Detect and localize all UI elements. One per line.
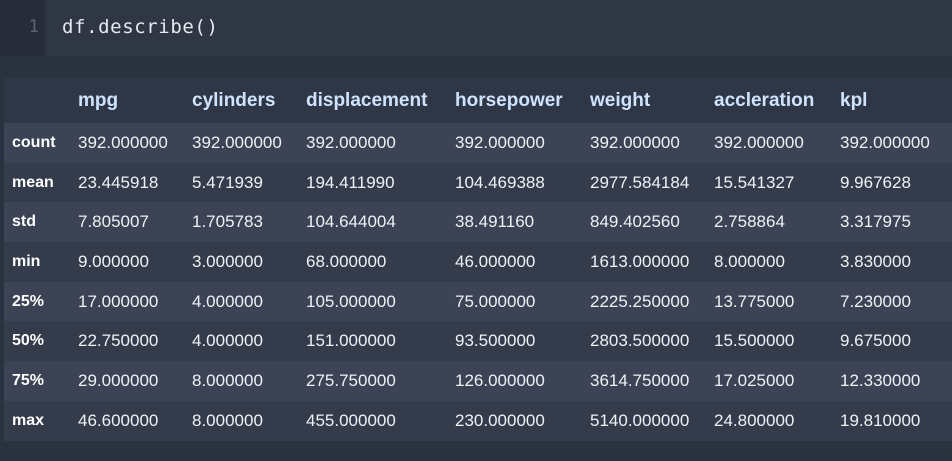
table-row-count: count 392.000000 392.000000 392.000000 3…: [4, 123, 952, 163]
table-cell: 4.000000: [192, 331, 263, 351]
table-cell: 22.750000: [78, 331, 159, 351]
table-row-mean: mean 23.445918 5.471939 194.411990 104.4…: [4, 162, 952, 203]
table-cell: 392.000000: [306, 132, 396, 152]
table-cell: 93.500000: [455, 331, 536, 351]
row-label: 75%: [12, 371, 45, 389]
table-cell: 151.000000: [306, 331, 396, 351]
table-cell: 849.402560: [590, 212, 680, 232]
row-label: count: [12, 133, 56, 151]
table-cell: 9.967628: [840, 172, 911, 192]
table-row-75pct: 75% 29.000000 8.000000 275.750000 126.00…: [4, 361, 952, 401]
row-label: max: [12, 411, 45, 429]
table-body: count 392.000000 392.000000 392.000000 3…: [4, 123, 952, 441]
table-cell: 2.758864: [714, 212, 785, 232]
row-label: 50%: [12, 332, 45, 350]
code-cell[interactable]: 1 df.describe(): [0, 0, 952, 56]
column-header-displacement: displacement: [306, 89, 428, 111]
code-text: df.describe(): [62, 16, 219, 38]
table-cell: 9.000000: [78, 251, 149, 271]
table-cell: 15.541327: [714, 172, 795, 192]
table-cell: 3.830000: [840, 251, 911, 271]
table-cell: 5140.000000: [590, 410, 690, 430]
row-label: 25%: [12, 292, 45, 310]
table-cell: 7.805007: [78, 212, 149, 232]
code-editor-line[interactable]: df.describe(): [45, 0, 952, 56]
table-cell: 23.445918: [78, 172, 159, 192]
table-cell: 392.000000: [192, 132, 282, 152]
table-cell: 455.000000: [306, 410, 396, 430]
describe-table: mpg cylinders displacement horsepower we…: [4, 78, 952, 441]
header-row: mpg cylinders displacement horsepower we…: [4, 78, 952, 123]
table-cell: 29.000000: [78, 370, 159, 390]
column-header-accleration: accleration: [714, 89, 815, 111]
table-cell: 24.800000: [714, 410, 795, 430]
table-cell: 1.705783: [192, 212, 263, 232]
row-label: mean: [12, 173, 54, 191]
row-label: std: [12, 213, 36, 231]
table-cell: 8.000000: [192, 410, 263, 430]
table-cell: 8.000000: [714, 251, 785, 271]
table-row-max: max 46.600000 8.000000 455.000000 230.00…: [4, 400, 952, 441]
table-cell: 2977.584184: [590, 172, 690, 192]
table-cell: 9.675000: [840, 331, 911, 351]
table-header: mpg cylinders displacement horsepower we…: [4, 78, 952, 123]
table-cell: 126.000000: [455, 370, 545, 390]
table-cell: 275.750000: [306, 370, 396, 390]
column-header-horsepower: horsepower: [455, 89, 563, 111]
table-cell: 104.469388: [455, 172, 545, 192]
table-row-50pct: 50% 22.750000 4.000000 151.000000 93.500…: [4, 321, 952, 362]
line-number: 1: [28, 17, 39, 37]
column-header-kpl: kpl: [840, 89, 868, 111]
table-cell: 17.025000: [714, 370, 795, 390]
table-cell: 5.471939: [192, 172, 263, 192]
table-cell: 2803.500000: [590, 331, 690, 351]
table-cell: 392.000000: [840, 132, 930, 152]
table-cell: 392.000000: [455, 132, 545, 152]
table-cell: 392.000000: [590, 132, 680, 152]
table-cell: 104.644004: [306, 212, 396, 232]
table-cell: 392.000000: [714, 132, 804, 152]
table-cell: 13.775000: [714, 291, 795, 311]
table-cell: 1613.000000: [590, 251, 690, 271]
table-cell: 12.330000: [840, 370, 921, 390]
table-cell: 19.810000: [840, 410, 921, 430]
table-cell: 3.317975: [840, 212, 911, 232]
cell-output: mpg cylinders displacement horsepower we…: [4, 78, 952, 441]
table-cell: 8.000000: [192, 370, 263, 390]
table-cell: 105.000000: [306, 291, 396, 311]
table-cell: 2225.250000: [590, 291, 690, 311]
table-cell: 15.500000: [714, 331, 795, 351]
table-cell: 392.000000: [78, 132, 168, 152]
table-cell: 46.600000: [78, 410, 159, 430]
column-header-cylinders: cylinders: [192, 89, 276, 111]
table-cell: 7.230000: [840, 291, 911, 311]
table-row-std: std 7.805007 1.705783 104.644004 38.4911…: [4, 202, 952, 243]
table-row-min: min 9.000000 3.000000 68.000000 46.00000…: [4, 242, 952, 282]
column-header-weight: weight: [590, 89, 651, 111]
table-row-25pct: 25% 17.000000 4.000000 105.000000 75.000…: [4, 281, 952, 322]
column-header-mpg: mpg: [78, 89, 119, 111]
table-cell: 68.000000: [306, 251, 387, 271]
index-header: [4, 78, 78, 123]
table-cell: 3.000000: [192, 251, 263, 271]
table-cell: 38.491160: [455, 212, 535, 232]
table-cell: 194.411990: [306, 172, 395, 192]
row-label: min: [12, 252, 41, 270]
table-cell: 17.000000: [78, 291, 159, 311]
table-cell: 3614.750000: [590, 370, 690, 390]
table-cell: 75.000000: [455, 291, 536, 311]
table-cell: 46.000000: [455, 251, 536, 271]
table-cell: 230.000000: [455, 410, 545, 430]
table-cell: 4.000000: [192, 291, 263, 311]
line-number-gutter: 1: [0, 0, 45, 56]
